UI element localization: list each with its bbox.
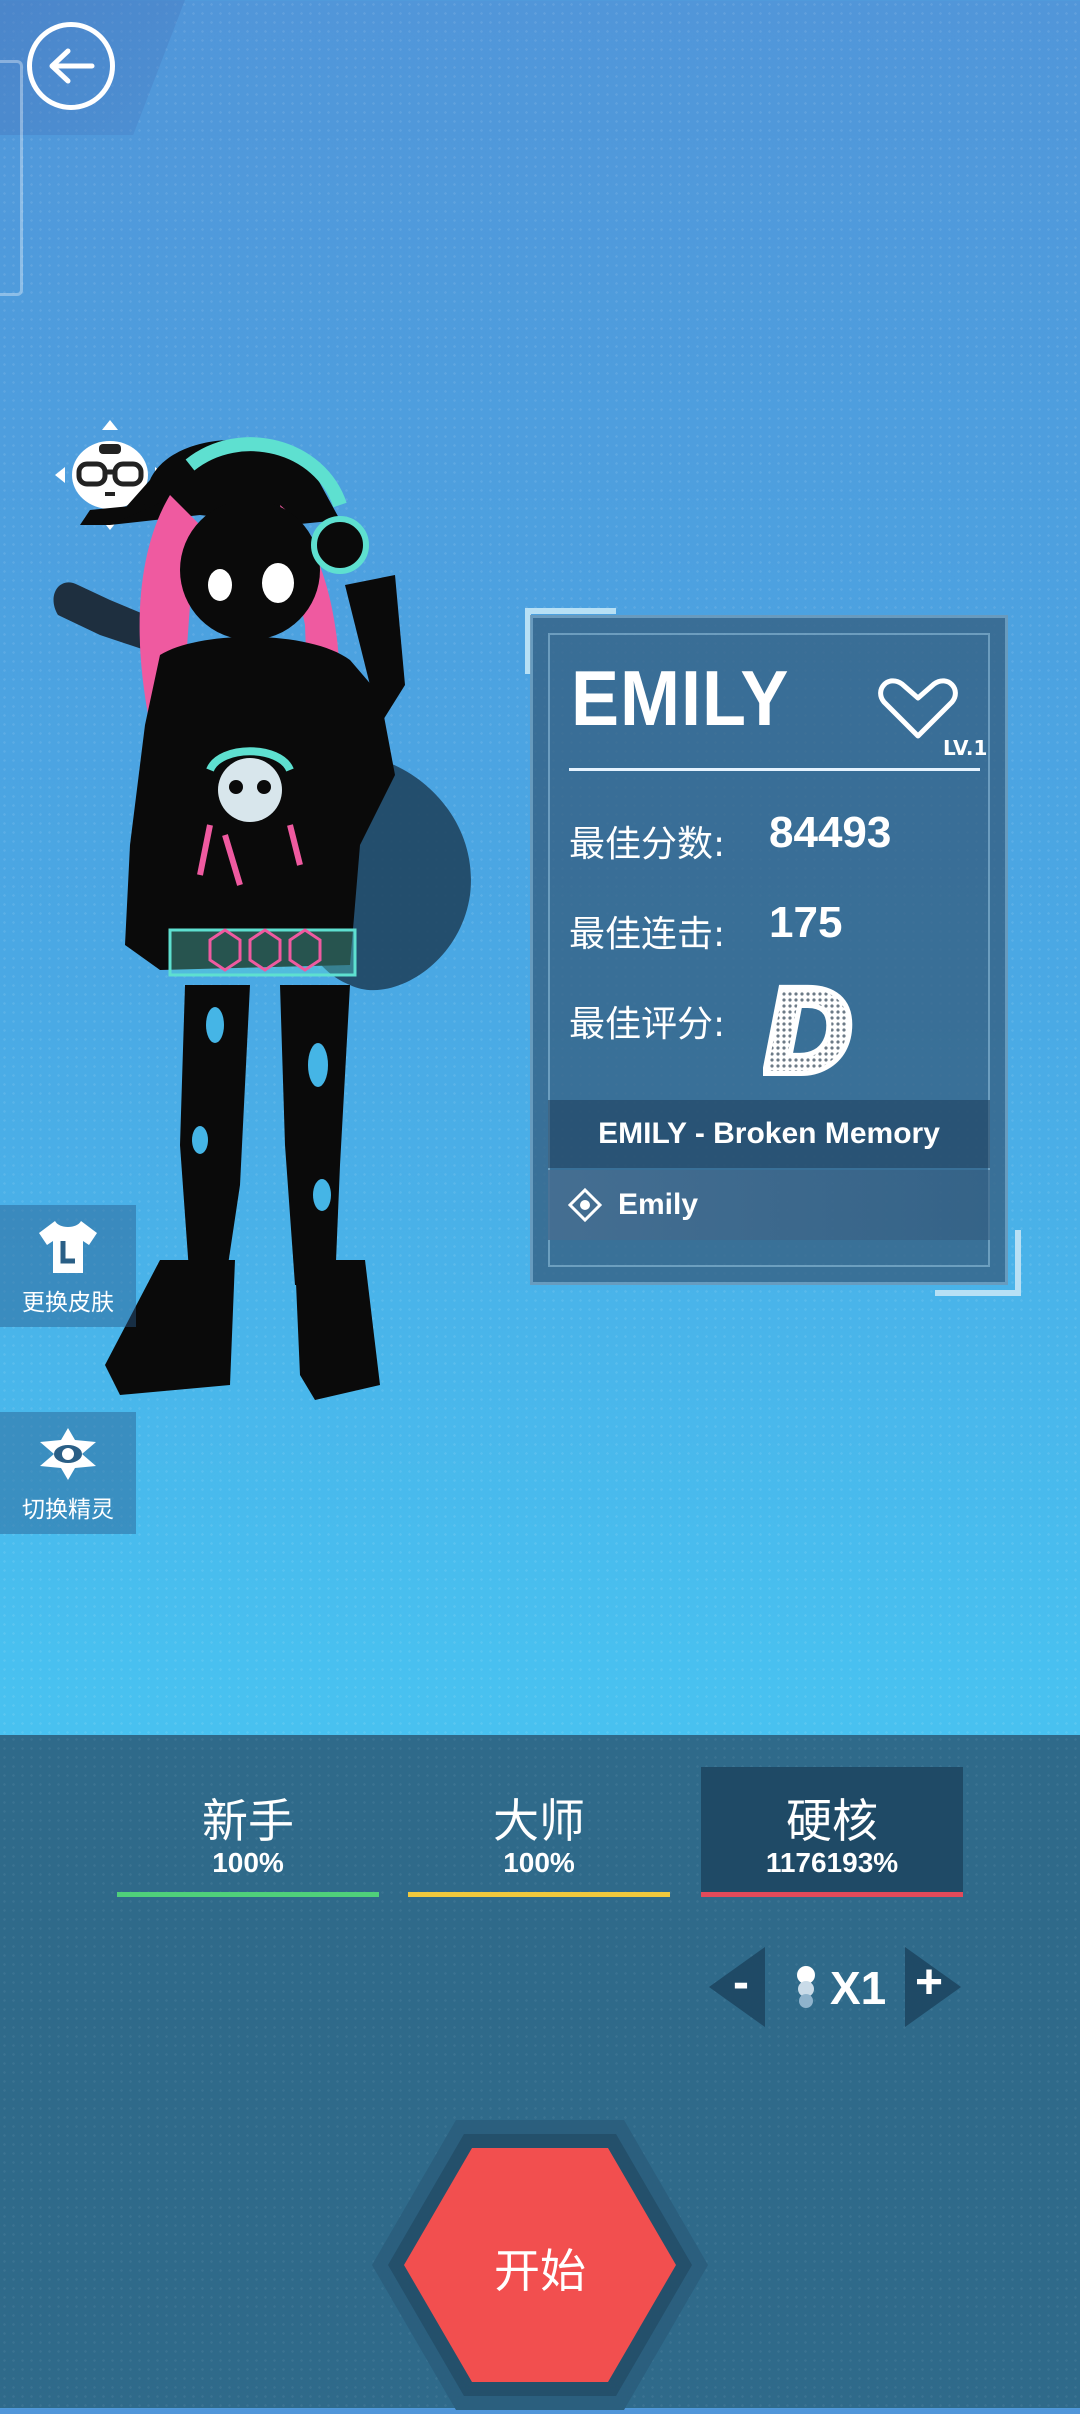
difficulty-name: 硬核 <box>786 1794 878 1848</box>
difficulty-percent: 100% <box>503 1847 575 1878</box>
song-title: EMILY - Broken Memory <box>548 1100 990 1168</box>
speed-control: - X1 + <box>705 1945 965 2029</box>
start-label: 开始 <box>494 2244 586 2298</box>
level-label: LV.1 <box>943 736 988 760</box>
difficulty-easy[interactable]: 新手 100% <box>117 1767 379 1897</box>
rank-letter: D <box>765 973 850 1083</box>
note-speed-icon <box>797 1966 815 2008</box>
difficulty-underline <box>117 1892 379 1897</box>
name-divider <box>569 768 980 771</box>
character-info-card: EMILY LV.1 最佳分数: 84493 最佳连击: 175 最佳评分: D… <box>530 615 1008 1285</box>
difficulty-name: 新手 <box>202 1794 294 1848</box>
best-score-value: 84493 <box>769 808 892 857</box>
change-skin-button[interactable]: 更换皮肤 <box>0 1205 136 1327</box>
card-frame-corner <box>935 1230 1021 1296</box>
minus-icon: - <box>733 1956 749 2009</box>
plus-icon: + <box>914 1956 943 2009</box>
best-combo-label: 最佳连击: <box>569 914 726 955</box>
switch-sprite-label: 切换精灵 <box>22 1497 114 1523</box>
tshirt-icon <box>39 1221 97 1273</box>
change-skin-label: 更换皮肤 <box>22 1290 114 1316</box>
side-edge-strip <box>0 60 23 296</box>
difficulty-percent: 1176193% <box>765 1847 899 1878</box>
back-arrow-icon <box>49 48 95 84</box>
speed-value: X1 <box>830 1962 887 2014</box>
difficulty-master[interactable]: 大师 100% <box>408 1767 670 1897</box>
skin-selector[interactable]: Emily <box>548 1170 990 1240</box>
character-name: EMILY <box>571 655 790 743</box>
skin-name: Emily <box>618 1188 699 1221</box>
difficulty-hardcore[interactable]: 硬核 1176193% <box>701 1767 963 1897</box>
best-combo-value: 175 <box>769 898 843 947</box>
eye-icon <box>40 1428 96 1480</box>
back-button[interactable] <box>27 22 115 110</box>
best-score-label: 最佳分数: <box>569 824 726 865</box>
best-rank-label: 最佳评分: <box>569 1004 726 1045</box>
difficulty-percent: 100% <box>212 1847 284 1878</box>
diamond-icon <box>568 1188 602 1222</box>
switch-sprite-button[interactable]: 切换精灵 <box>0 1412 136 1534</box>
rank-badge: D D <box>763 973 853 1083</box>
heart-icon <box>878 678 958 739</box>
start-button[interactable]: 开始 <box>372 2120 708 2410</box>
difficulty-underline <box>701 1892 963 1897</box>
difficulty-name: 大师 <box>493 1794 585 1848</box>
difficulty-underline <box>408 1892 670 1897</box>
